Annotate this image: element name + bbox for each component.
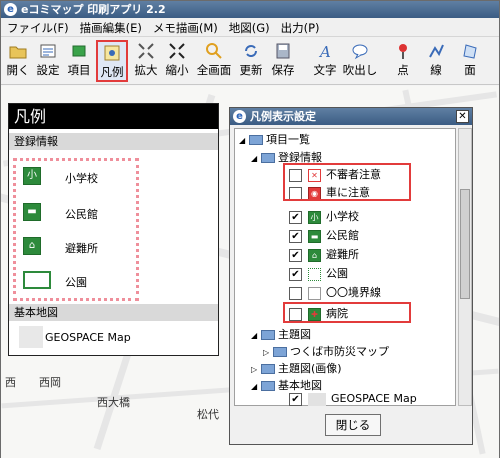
legend-base-map: GEOSPACE Map	[45, 331, 131, 344]
menu-file[interactable]: ファイル(F)	[1, 18, 74, 36]
legend-title: 凡例	[9, 104, 218, 129]
zoom-in-icon	[138, 43, 154, 59]
menu-bar: ファイル(F) 描画編集(E) メモ描画(M) 地図(G) 出力(P)	[1, 18, 499, 37]
legend-panel: 凡例 登録情報 小 小学校 ▬ 公民館 ⌂ 避難所 公園 基本地図 GEOSPA…	[8, 103, 219, 356]
shelter-icon: ⌂	[23, 237, 41, 255]
save-button[interactable]: 保存	[269, 40, 297, 82]
legend-section-base: 基本地図	[9, 304, 218, 321]
map-label: 西岡	[39, 376, 61, 389]
community-center-icon: ▬	[23, 203, 41, 221]
school-icon: 小	[308, 210, 321, 224]
expand-icon[interactable]: ▷	[251, 365, 261, 374]
base-map-thumbnail	[19, 326, 43, 348]
pin-icon	[399, 44, 407, 59]
line-icon	[429, 44, 444, 58]
point-button[interactable]: 点	[390, 40, 416, 82]
highlight-box	[283, 302, 411, 323]
map-label: 西	[5, 376, 16, 389]
open-button[interactable]: 開く	[4, 40, 32, 82]
items-button[interactable]: 項目	[65, 40, 93, 82]
community-center-icon: ▬	[308, 229, 321, 243]
menu-draw-edit[interactable]: 描画編集(E)	[74, 18, 147, 36]
folder-icon	[261, 330, 275, 340]
park-icon	[23, 271, 51, 289]
title-bar: e eコミマップ 印刷アプリ 2.2	[1, 1, 499, 18]
zoom-in-button[interactable]: 拡大	[132, 40, 160, 82]
legend-icon	[104, 45, 120, 61]
menu-output[interactable]: 出力(P)	[275, 18, 325, 36]
tree-item-park: ✔ 公園	[289, 265, 348, 283]
app-window: e eコミマップ 印刷アプリ 2.2 ファイル(F) 描画編集(E) メモ描画(M)…	[0, 0, 500, 458]
text-button[interactable]: A 文字	[311, 40, 339, 82]
zoom-out-icon	[169, 43, 185, 59]
base-map-thumbnail	[308, 392, 326, 406]
map-label: 西大橋	[97, 396, 130, 409]
settings-icon	[40, 44, 56, 58]
menu-map[interactable]: 地図(G)	[223, 18, 275, 36]
text-icon: A	[318, 43, 331, 60]
svg-text:A: A	[318, 43, 331, 60]
park-icon	[308, 267, 321, 281]
app-title: eコミマップ 印刷アプリ 2.2	[21, 3, 166, 16]
save-icon	[276, 43, 290, 59]
balloon-icon	[352, 44, 368, 60]
tree-theme-map[interactable]: ◢ 主題図	[251, 326, 311, 344]
school-icon: 小	[23, 167, 41, 185]
tree-item-school: ✔ 小小学校	[289, 208, 359, 226]
map-label: 松代	[197, 408, 219, 421]
boundary-line-icon	[308, 286, 321, 300]
app-logo-icon: e	[4, 3, 17, 16]
refresh-button[interactable]: 更新	[237, 40, 265, 82]
tree-item-community-center: ✔ ▬ 公民館	[289, 227, 359, 245]
checkbox-checked[interactable]: ✔	[289, 210, 302, 224]
collapse-icon[interactable]: ◢	[251, 154, 261, 163]
tree-item-boundary: 〇〇境界線	[289, 284, 381, 302]
zoom-out-button[interactable]: 縮小	[163, 40, 191, 82]
refresh-icon	[245, 45, 257, 57]
tree-item-shelter: ✔ ⌂ 避難所	[289, 246, 359, 264]
legend-button[interactable]: 凡例	[96, 40, 128, 82]
close-button[interactable]: 閉じる	[325, 414, 381, 436]
tree-scrollbar[interactable]	[458, 128, 472, 406]
full-screen-button[interactable]: 全画面	[194, 40, 234, 82]
dialog-title-bar: e 凡例表示設定 ✕	[230, 108, 472, 125]
line-button[interactable]: 線	[422, 40, 450, 82]
magnifier-icon	[206, 43, 222, 59]
checkbox-checked[interactable]: ✔	[289, 248, 302, 262]
folder-icon	[261, 381, 275, 391]
collapse-icon[interactable]: ◢	[239, 136, 249, 145]
shelter-icon: ⌂	[308, 248, 321, 262]
checkbox-checked[interactable]: ✔	[289, 229, 302, 243]
folder-icon	[261, 153, 275, 163]
items-icon	[72, 45, 86, 57]
menu-memo-draw[interactable]: メモ描画(M)	[147, 18, 223, 36]
dialog-close-icon[interactable]: ✕	[456, 110, 469, 123]
folder-open-icon	[9, 46, 27, 59]
checkbox[interactable]	[289, 286, 302, 300]
folder-icon	[249, 135, 263, 145]
collapse-icon[interactable]: ◢	[251, 331, 261, 340]
legend-section-registered: 登録情報	[9, 133, 218, 150]
folder-icon	[261, 364, 275, 374]
dialog-title: 凡例表示設定	[250, 110, 316, 123]
toolbar: 開く 設定 項目 凡例 拡大 縮小 全画面 更新 保存 A 文字 吹出し 点 線…	[1, 37, 499, 85]
collapse-icon[interactable]: ◢	[251, 382, 261, 391]
folder-icon	[273, 347, 287, 357]
legend-settings-dialog: e 凡例表示設定 ✕ ◢ 項目一覧 ◢ 登録情報 ✕ 不審者注意 ◉ 車に注意 ✔ 小小学…	[229, 107, 473, 445]
settings-button[interactable]: 設定	[34, 40, 62, 82]
area-button[interactable]: 面	[456, 40, 484, 82]
tree-item-geospace: ✔ GEOSPACE Map	[289, 392, 417, 410]
polygon-icon	[463, 44, 477, 59]
dialog-logo-icon: e	[233, 110, 246, 123]
tree-root[interactable]: ◢ 項目一覧	[239, 131, 310, 149]
tree-theme-child[interactable]: ▷ つくば市防災マップ	[263, 343, 389, 361]
scrollbar-thumb[interactable]	[460, 189, 470, 299]
checkbox-checked[interactable]: ✔	[289, 267, 302, 281]
tree-theme-image[interactable]: ▷ 主題図(画像)	[251, 360, 342, 378]
legend-tree: ◢ 項目一覧 ◢ 登録情報 ✕ 不審者注意 ◉ 車に注意 ✔ 小小学校 ✔ ▬ 公民館 ✔ ⌂ 避…	[234, 128, 456, 406]
expand-icon[interactable]: ▷	[263, 348, 273, 357]
balloon-button[interactable]: 吹出し	[342, 40, 378, 82]
highlight-box	[283, 163, 411, 201]
checkbox-checked[interactable]: ✔	[289, 392, 302, 406]
